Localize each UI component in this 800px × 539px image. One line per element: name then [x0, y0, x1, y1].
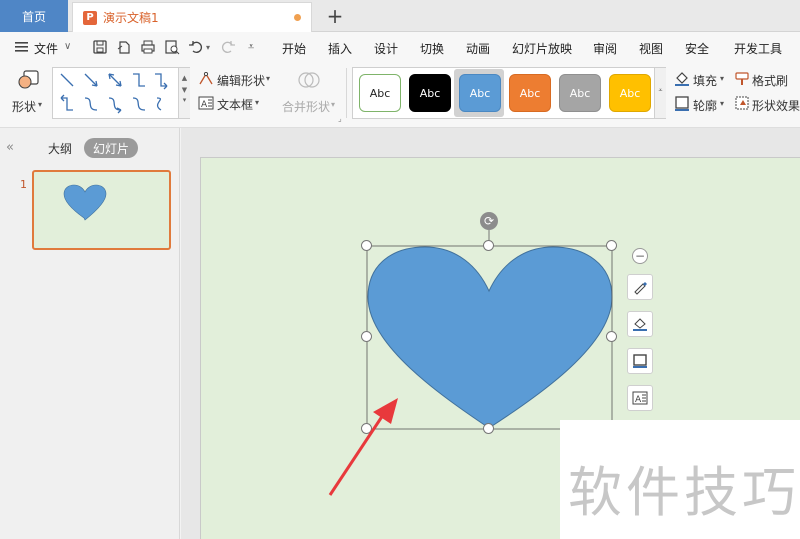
app-window: 首页 P 演示文稿1 + 文件 ∨ ▾ ⩡ 开始 插入 设计 切换 动画 幻灯片… [0, 0, 800, 539]
watermark-text: 软件技巧 [568, 461, 800, 524]
